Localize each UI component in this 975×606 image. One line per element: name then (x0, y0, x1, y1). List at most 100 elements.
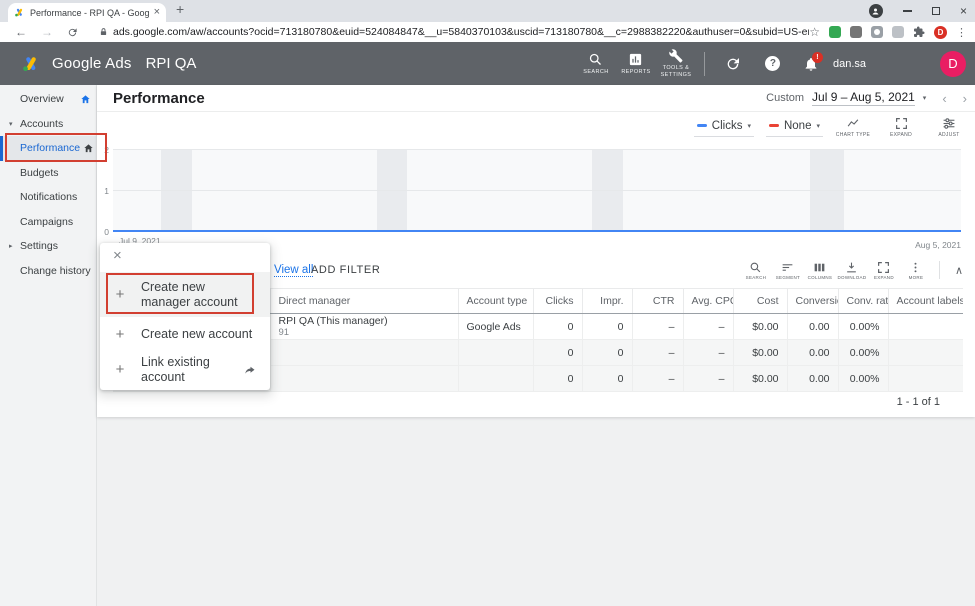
chrome-profile-icon[interactable] (869, 4, 883, 18)
restore-icon[interactable] (932, 7, 940, 15)
tools-settings-button[interactable]: TOOLS & SETTINGS (657, 48, 695, 79)
column-header[interactable]: Cost (733, 289, 787, 314)
plus-icon: + (114, 286, 126, 303)
cost-cell: $0.00 (733, 314, 787, 340)
expand-icon (895, 117, 908, 130)
sidebar-item-change-history[interactable]: Change history (0, 259, 96, 284)
x-axis-end-label: Aug 5, 2021 (915, 240, 961, 250)
conv-rate-cell: 0.00% (838, 366, 888, 392)
column-header[interactable]: Account type (458, 289, 533, 314)
sidebar-item-performance[interactable]: Performance (0, 136, 96, 161)
collapse-table-icon[interactable]: ∧ (955, 264, 963, 277)
sidebar-item-overview[interactable]: Overview (0, 87, 96, 112)
extension-icon[interactable] (829, 26, 841, 38)
column-header[interactable]: Conv. rate (838, 289, 888, 314)
minimize-icon[interactable] (903, 10, 912, 12)
menu-item-create-new-manager-account[interactable]: + Create new manager account (100, 272, 270, 317)
column-header[interactable]: Conversions (787, 289, 838, 314)
metric-selector-2[interactable]: None ▾ (766, 118, 823, 137)
tab-title: Performance - RPI QA - Google A (30, 8, 149, 18)
plus-icon: + (114, 326, 126, 343)
screen: Performance - RPI QA - Google A × + × ← … (0, 0, 975, 606)
column-header[interactable]: Impr. (582, 289, 632, 314)
forward-icon[interactable]: → (41, 25, 53, 39)
browser-tab-strip: Performance - RPI QA - Google A × + × (0, 0, 975, 22)
more-button[interactable]: MORE (900, 261, 932, 280)
page-title: Performance (113, 90, 205, 107)
sidebar-item-campaigns[interactable]: Campaigns (0, 210, 96, 235)
download-button[interactable]: DOWNLOAD (836, 261, 868, 280)
caret-down-icon: ▾ (747, 122, 751, 130)
columns-button[interactable]: COLUMNS (804, 261, 836, 280)
notifications-button[interactable]: ! (803, 56, 819, 72)
expand-icon (877, 261, 890, 274)
extension-icon[interactable] (892, 26, 904, 38)
browser-menu-icon[interactable]: ⋮ (956, 26, 967, 39)
url-text[interactable]: ads.google.com/aw/accounts?ocid=71318078… (113, 26, 809, 38)
tab-close-icon[interactable]: × (154, 7, 160, 18)
expand-table-button[interactable]: EXPAND (868, 261, 900, 280)
column-header[interactable]: CTR (632, 289, 683, 314)
refresh-button[interactable] (714, 56, 752, 72)
add-filter-button[interactable]: ADD FILTER (311, 264, 380, 276)
sidebar-item-notifications[interactable]: Notifications (0, 185, 96, 210)
column-header[interactable]: Direct manager (270, 289, 458, 314)
browser-tab[interactable]: Performance - RPI QA - Google A × (8, 3, 166, 22)
next-range-icon[interactable]: › (963, 91, 967, 106)
column-header[interactable]: Avg. CPC (683, 289, 733, 314)
account-labels-cell (888, 340, 963, 366)
column-header[interactable]: Account labels (888, 289, 963, 314)
bookmark-star-icon[interactable]: ☆ (809, 25, 820, 39)
avg-cpc-cell: – (683, 314, 733, 340)
user-name: dan.sa (833, 58, 866, 70)
search-button[interactable]: SEARCH (577, 52, 615, 76)
y-axis-tick: 2 (99, 145, 109, 155)
prev-range-icon[interactable]: ‹ (942, 91, 946, 106)
view-all-link[interactable]: View all (274, 264, 313, 277)
title-row: Performance Custom Jul 9 – Aug 5, 2021 ▾… (97, 85, 975, 112)
reports-button[interactable]: REPORTS (617, 52, 655, 76)
header-divider (704, 52, 705, 76)
column-header[interactable]: Clicks (533, 289, 582, 314)
window-close-icon[interactable]: × (960, 5, 967, 17)
popup-close-icon[interactable]: × (113, 248, 122, 263)
adjust-button[interactable]: ADJUST (931, 117, 967, 138)
account-name[interactable]: RPI QA (146, 55, 197, 72)
segment-button[interactable]: SEGMENT (772, 261, 804, 280)
sidebar-item-settings[interactable]: ▸ Settings (0, 234, 96, 259)
google-ads-logo (20, 54, 42, 74)
account-type-cell (458, 366, 533, 392)
user-avatar[interactable]: D (940, 51, 966, 77)
new-tab-button[interactable]: + (176, 1, 184, 17)
account-labels-cell (888, 366, 963, 392)
avg-cpc-cell: – (683, 340, 733, 366)
sidebar-item-budgets[interactable]: Budgets (0, 161, 96, 186)
extensions-puzzle-icon[interactable] (913, 26, 925, 38)
direct-manager-cell: RPI QA (This manager) 91 (270, 314, 458, 340)
series-color-swatch (697, 124, 707, 127)
date-range-picker[interactable]: Custom Jul 9 – Aug 5, 2021 ▾ ‹ › (766, 90, 967, 106)
back-icon[interactable]: ← (15, 25, 27, 39)
clicks-cell: 0 (533, 366, 582, 392)
refresh-icon[interactable] (67, 27, 78, 38)
caret-down-icon[interactable]: ▾ (923, 94, 927, 102)
chart-type-button[interactable]: CHART TYPE (835, 117, 871, 138)
lock-icon[interactable] (99, 27, 108, 37)
extension-icon[interactable] (850, 26, 862, 38)
menu-item-link-existing-account[interactable]: + Link existing account (100, 352, 270, 387)
conv-rate-cell: 0.00% (838, 340, 888, 366)
y-axis-tick: 1 (99, 186, 109, 196)
menu-item-create-new-account[interactable]: + Create new account (100, 317, 270, 352)
window-controls: × (869, 0, 967, 22)
camera-extension-icon[interactable] (871, 26, 883, 38)
chart-type-icon (845, 117, 861, 130)
google-ads-favicon (14, 7, 25, 18)
sidebar-item-accounts[interactable]: ▾ Accounts (0, 112, 96, 137)
date-range-value[interactable]: Jul 9 – Aug 5, 2021 (812, 90, 915, 106)
expand-chart-button[interactable]: EXPAND (883, 117, 919, 138)
browser-profile-avatar[interactable]: D (934, 26, 947, 39)
table-search-button[interactable]: SEARCH (740, 261, 772, 280)
clicks-series-line (113, 230, 961, 233)
help-button[interactable]: ? (754, 56, 792, 71)
metric-selector-1[interactable]: Clicks ▾ (694, 118, 754, 137)
